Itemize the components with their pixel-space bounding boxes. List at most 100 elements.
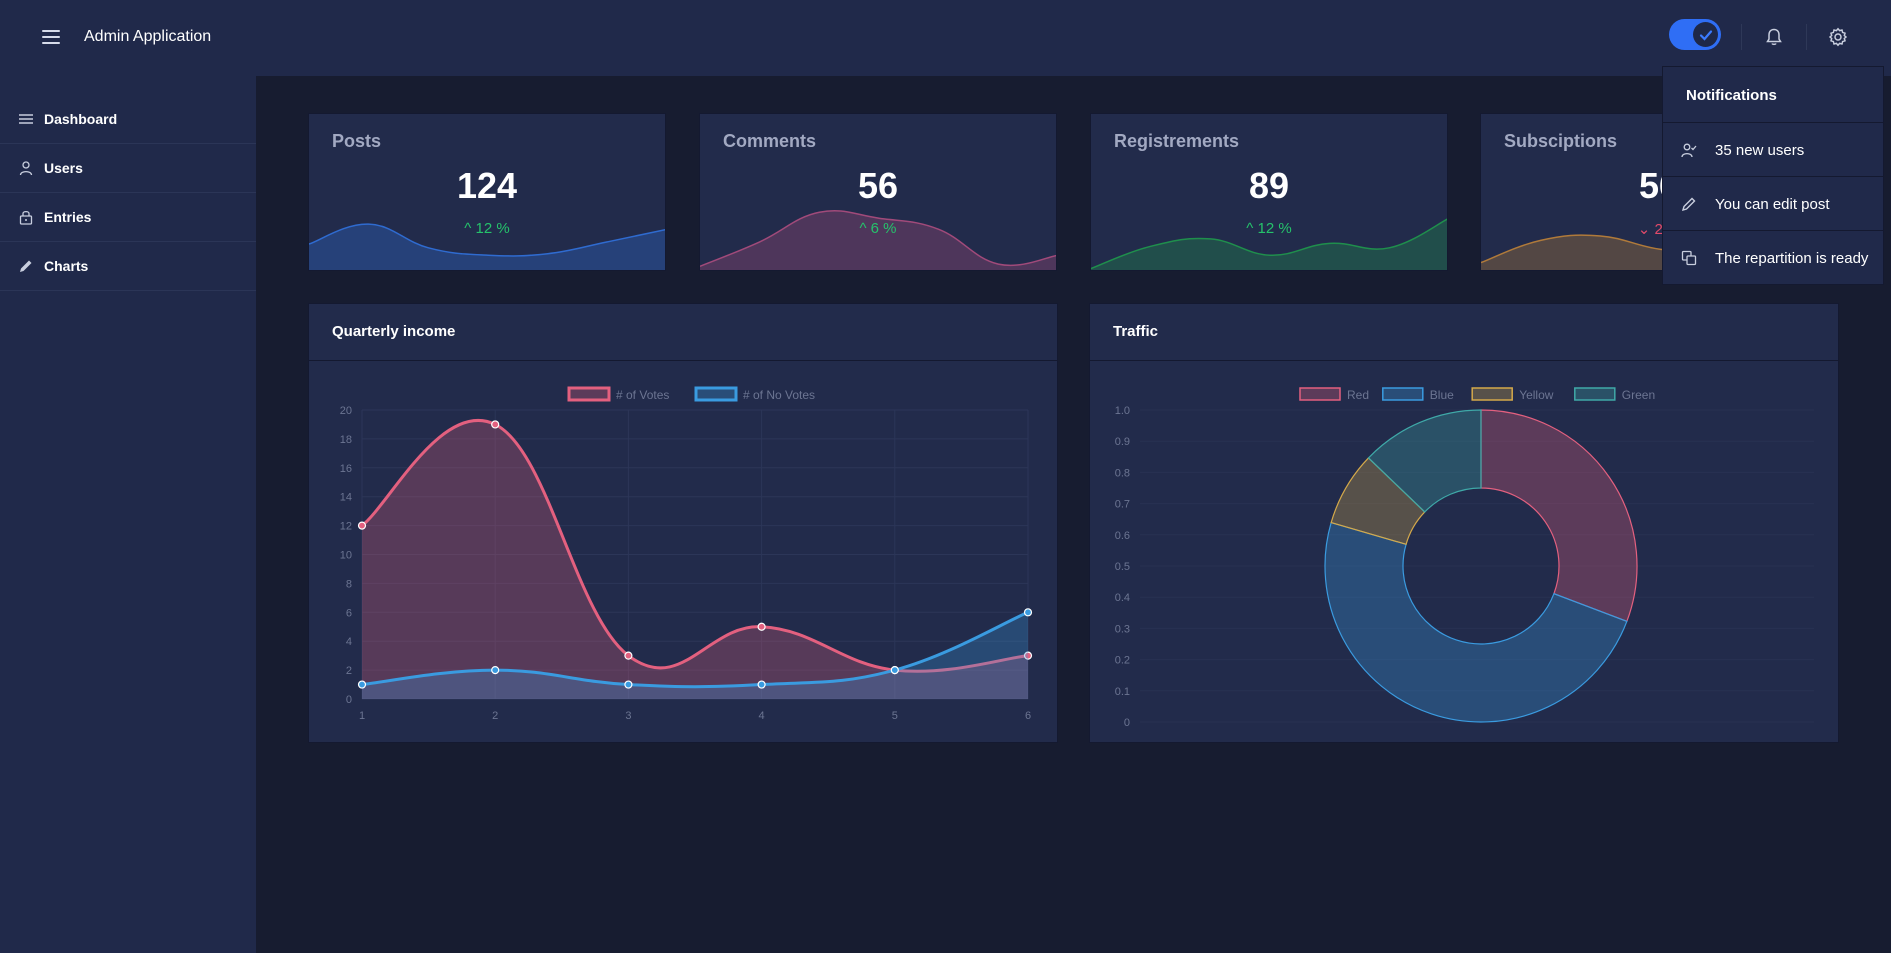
y-tick-label: 0.6 [1115,530,1130,542]
sidebar: Dashboard Users Entries Charts [0,76,256,953]
legend-swatch [567,386,611,402]
x-tick-label: 5 [892,710,898,722]
data-point [757,680,766,689]
menu-icon[interactable] [42,30,60,44]
stat-value: 89 [1248,165,1290,206]
legend-label: # of Votes [616,388,669,402]
stat-value: 56 [857,165,899,206]
series-area [362,420,1028,699]
legend-swatch [1382,387,1424,401]
divider [1741,24,1742,50]
x-tick-label: 4 [759,710,765,722]
trend-arrow-icon: ^ [464,220,472,237]
sidebar-item-charts[interactable]: Charts [0,242,256,291]
y-tick-label: 0.4 [1115,592,1130,604]
notification-label: You can edit post [1715,196,1830,213]
line-chart: 024681012141618201 2 3 4 5 6# of Votes # of No… [340,386,1033,722]
list-icon [19,114,33,124]
pencil-icon [1681,197,1696,212]
y-tick-label: 12 [340,521,352,533]
notification-item[interactable]: 35 new users [1663,123,1883,177]
stat-trend: ^ 12 % [1246,220,1292,237]
y-tick-label: 18 [340,434,352,446]
legend-swatch [1574,387,1616,401]
bell-icon[interactable] [1761,24,1787,50]
notifications-header: Notifications [1663,67,1883,123]
y-tick-label: 16 [340,463,352,475]
divider [1806,24,1807,50]
legend-label: Red [1347,388,1369,402]
sidebar-item-label: Charts [44,258,89,274]
x-tick-label: 1 [359,710,365,722]
y-tick-label: 2 [346,665,352,677]
top-bar: Admin Application [0,0,1891,76]
legend-swatch [1299,387,1341,401]
stat-title: Registrements [1114,131,1240,151]
y-tick-label: 4 [346,636,352,648]
legend-label: # of No Votes [743,388,815,402]
x-tick-label: 6 [1025,710,1031,722]
y-tick-label: 20 [340,405,352,417]
y-tick-label: 10 [340,550,352,562]
notifications-dropdown: Notifications 35 new users You can edit … [1662,66,1884,285]
stat-title: Comments [723,131,817,151]
y-tick-label: 1.0 [1115,405,1130,417]
sidebar-item-label: Dashboard [44,111,118,127]
data-point [624,680,633,689]
y-tick-label: 8 [346,578,352,590]
data-point [357,680,367,689]
notification-item[interactable]: You can edit post [1663,177,1883,231]
user-check-icon [1681,143,1697,158]
data-point [357,521,367,530]
y-tick-label: 0.9 [1115,436,1130,448]
stat-card-posts: Posts 124 ^ 12 % [308,113,666,271]
legend-label: Green [1622,388,1655,402]
check-icon [1693,22,1718,47]
y-tick-label: 0.2 [1115,655,1130,667]
data-point [624,651,633,660]
pencil-icon [20,260,32,272]
quarterly-income-panel: Quarterly income 0 2 4 6 8 10 12 14 16 18 20 1 2 3 4 5 6… [308,303,1058,743]
doughnut-chart: 0 0.1 0.2 0.3 0.4 0.5 0.6 0.7 0.8 0.9 1.0 Red Blue Ye… [1115,387,1814,729]
app-title: Admin Application [84,28,212,45]
legend-label: Blue [1430,388,1454,402]
gear-icon[interactable] [1825,24,1851,50]
stat-card-registrements: Registrements 89 ^ 12 % [1090,113,1448,271]
y-tick-label: 14 [340,492,352,504]
stat-title: Posts [332,131,382,151]
y-tick-label: 0 [1124,717,1130,729]
panel-title: Traffic [1113,323,1159,340]
y-tick-label: 0.8 [1115,467,1130,479]
trend-arrow-icon: ⌄ [1637,221,1651,238]
y-tick-label: 6 [346,607,352,619]
stat-trend: ^ 6 % [859,220,897,237]
data-point [1023,608,1033,617]
sidebar-item-label: Users [44,160,83,176]
notification-label: The repartition is ready [1715,250,1869,267]
legend-swatch [1471,387,1513,401]
y-tick-label: 0.7 [1115,499,1130,511]
trend-arrow-icon: ^ [1246,220,1254,237]
notification-label: 35 new users [1715,142,1805,159]
trend-arrow-icon: ^ [859,220,867,237]
y-tick-label: 0.5 [1115,561,1130,573]
stat-title: Subsciptions [1504,131,1618,151]
data-point [491,666,500,675]
legend-label: Yellow [1519,388,1554,402]
theme-toggle[interactable] [1669,19,1721,50]
notification-item[interactable]: The repartition is ready [1663,231,1883,285]
traffic-panel: Traffic 0 0.1 0.2 0.3 0.4 0.5 0.6 0.7 0.8 0.9 1.0 R… [1089,303,1839,743]
panel-header: Traffic [1090,304,1838,361]
x-tick-label: 3 [625,710,631,722]
stat-value: 124 [456,165,518,206]
user-icon [19,161,33,176]
stat-trend: ^ 12 % [464,220,510,237]
sidebar-item-users[interactable]: Users [0,144,256,193]
sidebar-item-entries[interactable]: Entries [0,193,256,242]
panel-title: Quarterly income [332,323,456,340]
sidebar-item-label: Entries [44,209,92,225]
sidebar-item-dashboard[interactable]: Dashboard [0,95,256,144]
y-tick-label: 0.1 [1115,686,1130,698]
notifications-title: Notifications [1686,87,1777,104]
data-point [757,622,766,631]
